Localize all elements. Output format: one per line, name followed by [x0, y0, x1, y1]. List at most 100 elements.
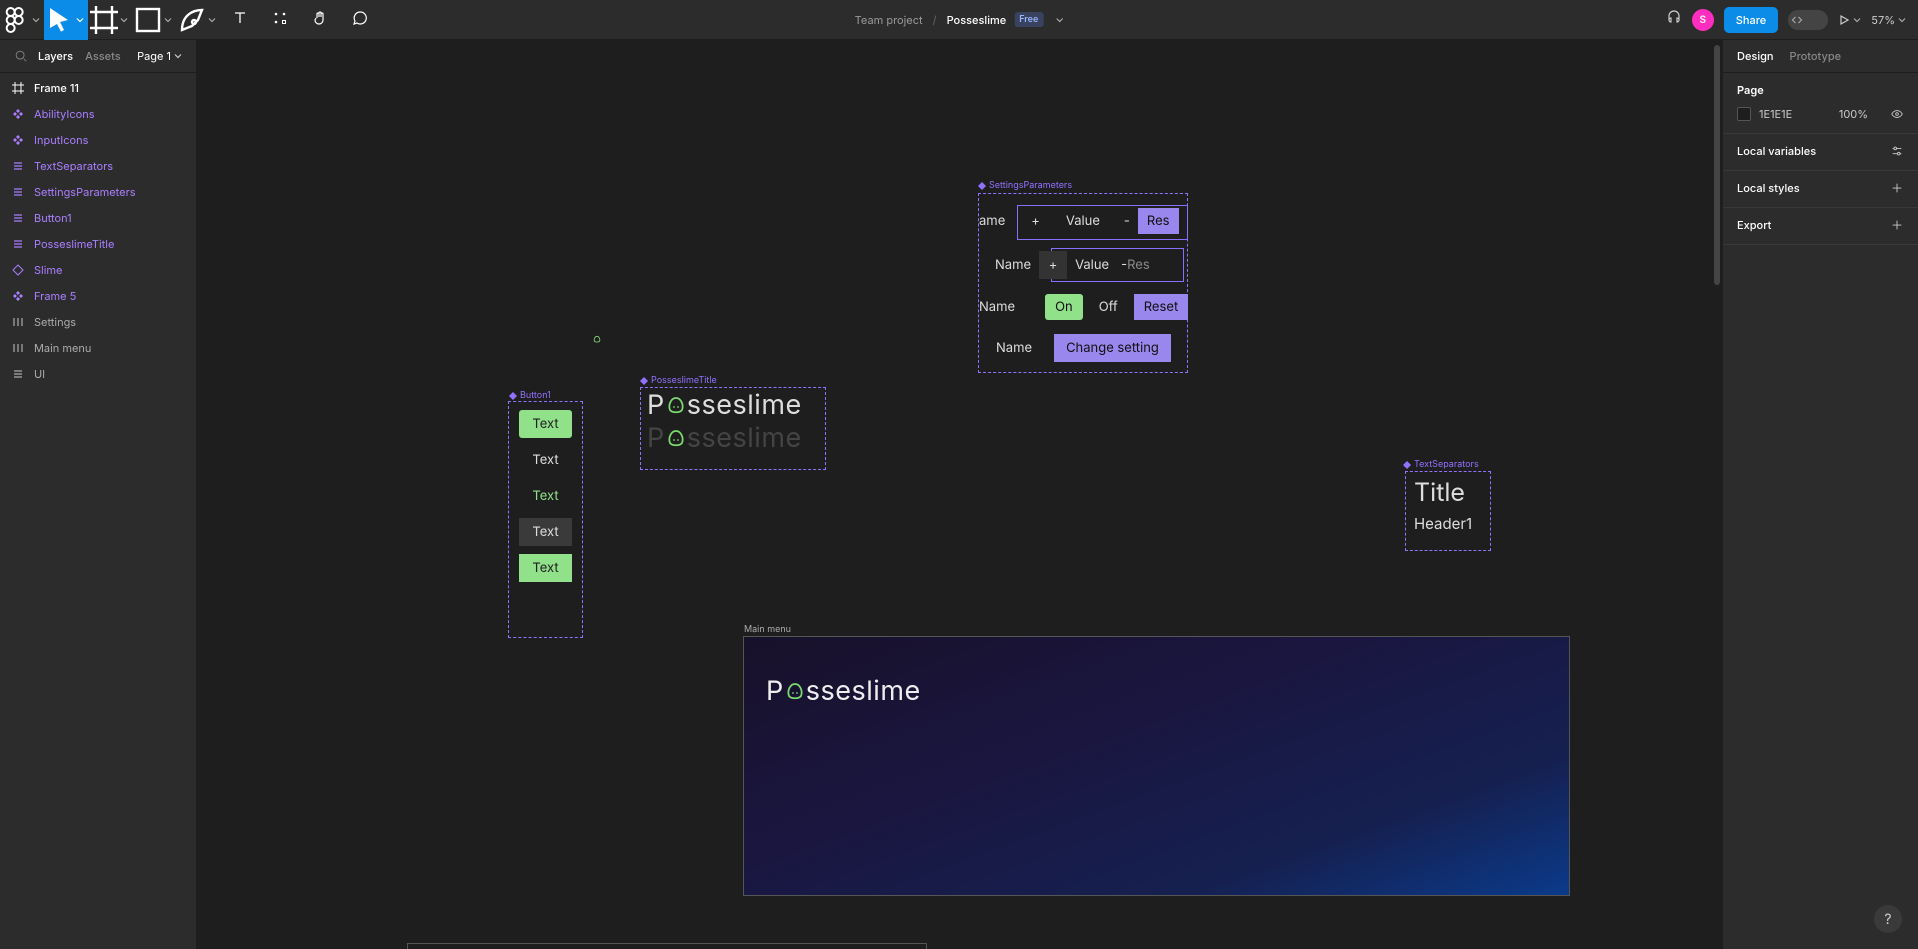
color-swatch[interactable]	[1737, 107, 1751, 121]
avatar[interactable]: S	[1692, 9, 1714, 31]
left-panel: Layers Assets Page 1 Frame 11 AbilityIcon…	[0, 40, 197, 949]
mainmenu-title[interactable]: P sseslime	[766, 674, 921, 707]
comment-icon	[352, 10, 368, 29]
button-variant-4[interactable]: Text	[519, 518, 571, 546]
row2-name[interactable]: Name	[995, 257, 1031, 273]
search-icon[interactable]	[14, 49, 28, 63]
resources-tool[interactable]	[260, 0, 300, 40]
eye-icon[interactable]	[1890, 107, 1904, 121]
button1-frame[interactable]: Text Text Text Text Text	[508, 401, 583, 638]
row1-name[interactable]: ame	[979, 213, 1005, 229]
layer-row[interactable]: Frame 11	[0, 75, 196, 101]
color-hex[interactable]: 1E1E1E	[1759, 107, 1831, 121]
figma-menu[interactable]	[0, 0, 44, 40]
component-label-settingsparameters[interactable]: SettingsParameters	[978, 180, 1072, 191]
layer-name: Frame 11	[34, 81, 79, 95]
text-tool[interactable]	[220, 0, 260, 40]
row3-reset[interactable]: Reset	[1134, 294, 1188, 320]
component-icon	[12, 290, 24, 302]
layer-row[interactable]: Settings	[0, 309, 196, 335]
local-variables-section[interactable]: Local variables	[1723, 134, 1918, 171]
hand-tool[interactable]	[300, 0, 340, 40]
local-styles-section[interactable]: Local styles	[1723, 171, 1918, 208]
diamond-icon	[12, 264, 24, 276]
plus-icon[interactable]	[1890, 181, 1904, 195]
present-button[interactable]	[1838, 14, 1861, 26]
dev-mode-toggle[interactable]	[1788, 10, 1828, 30]
file-breadcrumb[interactable]: Team project / Posseslime Free	[855, 12, 1064, 27]
layer-row[interactable]: SettingsParameters	[0, 179, 196, 205]
figma-logo-icon	[0, 4, 32, 36]
page-section: Page 1E1E1E 100%	[1723, 73, 1918, 134]
button-variant-2[interactable]: Text	[519, 446, 571, 474]
component-label-posseslimetitle[interactable]: PosseslimeTitle	[640, 375, 717, 386]
component-label-button1[interactable]: Button1	[509, 390, 551, 401]
layer-row[interactable]: TextSeparators	[0, 153, 196, 179]
layer-row[interactable]: UI	[0, 361, 196, 387]
canvas[interactable]: SettingsParameters ame + Value - Res Nam…	[197, 40, 1722, 949]
layer-row[interactable]: InputIcons	[0, 127, 196, 153]
button-variant-3[interactable]: Text	[519, 482, 571, 510]
right-panel: Design Prototype Page 1E1E1E 100% Local …	[1722, 40, 1918, 949]
row2-value[interactable]: Value	[1075, 257, 1109, 273]
layer-row[interactable]: Main menu	[0, 335, 196, 361]
tab-assets[interactable]: Assets	[85, 49, 121, 63]
tab-design[interactable]: Design	[1737, 49, 1774, 63]
frame-tool[interactable]	[88, 0, 132, 40]
layer-name: TextSeparators	[34, 159, 113, 173]
page-selector[interactable]: Page 1	[137, 49, 182, 63]
layer-row[interactable]: AbilityIcons	[0, 101, 196, 127]
file-name[interactable]: Posseslime	[947, 13, 1007, 27]
mainmenu-frame[interactable]: P sseslime	[743, 636, 1570, 896]
zoom-level[interactable]: 57%	[1871, 13, 1906, 27]
settingsparameters-frame[interactable]: ame + Value - Res Name + Value -Res	[978, 193, 1188, 373]
page-section-title: Page	[1737, 83, 1904, 97]
pen-tool[interactable]	[176, 0, 220, 40]
play-icon	[1838, 14, 1850, 26]
project-name[interactable]: Team project	[855, 13, 923, 27]
plus-icon[interactable]	[1890, 218, 1904, 232]
posseslimetitle-frame[interactable]: P sseslime P sseslime	[640, 387, 826, 470]
row2-minus-reset[interactable]: -Res	[1121, 257, 1150, 273]
page-background-row[interactable]: 1E1E1E 100%	[1737, 107, 1904, 121]
toolbar: Team project / Posseslime Free S Share 5…	[0, 0, 1918, 40]
row3-on[interactable]: On	[1045, 294, 1083, 320]
frame-label-mainmenu[interactable]: Main menu	[744, 624, 791, 635]
color-opacity[interactable]: 100%	[1839, 107, 1868, 121]
component-label-textseparators[interactable]: TextSeparators	[1403, 459, 1479, 470]
slime-shape[interactable]	[593, 332, 601, 340]
sliders-icon[interactable]	[1890, 144, 1904, 158]
audio-icon[interactable]	[1666, 10, 1682, 29]
row1-plus[interactable]: +	[1031, 213, 1040, 229]
row1-minus[interactable]: -	[1124, 213, 1130, 229]
ts-title[interactable]: Title	[1406, 472, 1490, 510]
row1-reset[interactable]: Res	[1138, 208, 1179, 234]
export-section[interactable]: Export	[1723, 208, 1918, 245]
chevron-down-icon	[76, 16, 84, 24]
share-button[interactable]: Share	[1724, 7, 1778, 33]
move-tool[interactable]	[44, 0, 88, 40]
row3-off[interactable]: Off	[1091, 294, 1126, 320]
button-variant-1[interactable]: Text	[519, 410, 571, 438]
row2-plus[interactable]: +	[1039, 251, 1067, 279]
chevron-down-icon[interactable]	[1055, 16, 1063, 24]
row3-name[interactable]: Name	[979, 299, 1015, 315]
row4-change[interactable]: Change setting	[1054, 334, 1171, 362]
layer-row[interactable]: PosseslimeTitle	[0, 231, 196, 257]
canvas-scrollbar[interactable]	[1714, 45, 1720, 285]
plan-badge[interactable]: Free	[1014, 12, 1043, 27]
row4-name[interactable]: Name	[996, 340, 1032, 356]
row1-value[interactable]: Value	[1066, 213, 1100, 229]
ts-header1[interactable]: Header1	[1406, 510, 1490, 537]
textseparators-frame[interactable]: Title Header1	[1405, 471, 1491, 551]
layer-row[interactable]: Button1	[0, 205, 196, 231]
shape-tool[interactable]	[132, 0, 176, 40]
list-icon	[12, 160, 24, 172]
button-variant-5[interactable]: Text	[519, 554, 571, 582]
layer-row[interactable]: Slime	[0, 257, 196, 283]
comment-tool[interactable]	[340, 0, 380, 40]
tab-prototype[interactable]: Prototype	[1790, 49, 1842, 63]
layer-row[interactable]: Frame 5	[0, 283, 196, 309]
tab-layers[interactable]: Layers	[38, 49, 73, 63]
help-button[interactable]: ?	[1874, 905, 1902, 933]
